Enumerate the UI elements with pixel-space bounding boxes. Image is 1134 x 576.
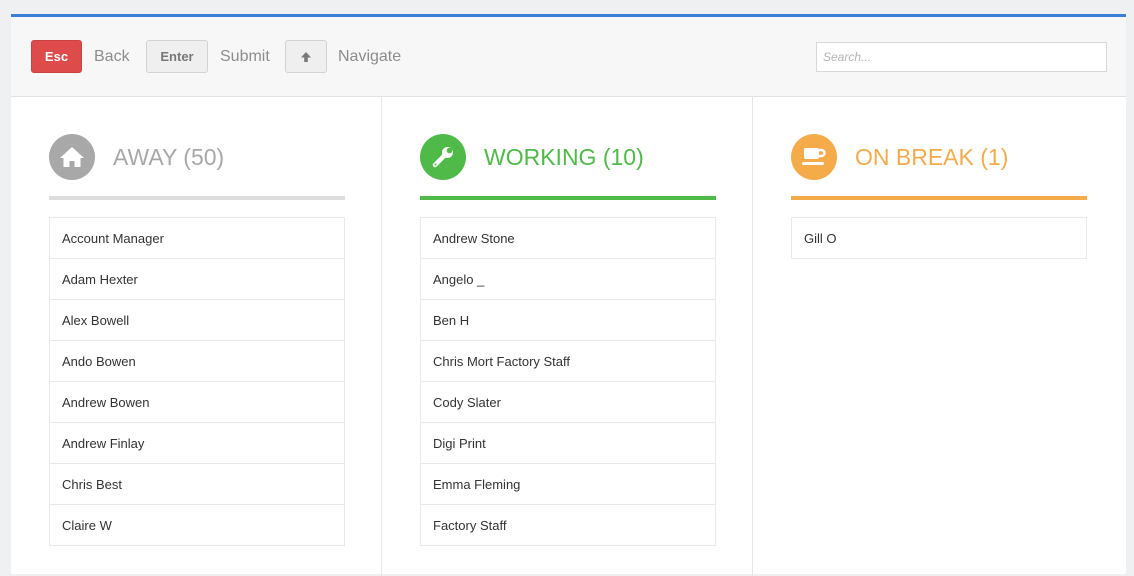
- list-item[interactable]: Andrew Finlay: [49, 422, 345, 464]
- column-away: AWAY (50) Account Manager Adam Hexter Al…: [11, 96, 382, 576]
- status-columns: AWAY (50) Account Manager Adam Hexter Al…: [11, 96, 1126, 576]
- list-item[interactable]: Gill O: [791, 217, 1087, 259]
- list-item[interactable]: Chris Mort Factory Staff: [420, 340, 716, 382]
- search-input[interactable]: [816, 42, 1107, 72]
- arrow-up-icon: [301, 51, 311, 62]
- list-item[interactable]: Cody Slater: [420, 381, 716, 423]
- column-header-working: WORKING (10): [420, 134, 644, 180]
- list-item[interactable]: Andrew Bowen: [49, 381, 345, 423]
- list-item[interactable]: Emma Fleming: [420, 463, 716, 505]
- list-away: Account Manager Adam Hexter Alex Bowell …: [49, 217, 345, 546]
- list-item[interactable]: Angelo _: [420, 258, 716, 300]
- column-working: WORKING (10) Andrew Stone Angelo _ Ben H…: [382, 96, 753, 576]
- app-window: Esc Back Enter Submit Navigate AWAY (50): [11, 14, 1126, 576]
- column-header-away: AWAY (50): [49, 134, 224, 180]
- column-header-on-break: ON BREAK (1): [791, 134, 1008, 180]
- toolbar: Esc Back Enter Submit Navigate: [11, 17, 1126, 97]
- home-icon: [49, 134, 95, 180]
- back-label: Back: [94, 48, 130, 65]
- column-on-break: ON BREAK (1) Gill O: [753, 96, 1124, 576]
- list-item[interactable]: Adam Hexter: [49, 258, 345, 300]
- list-item[interactable]: Chris Best: [49, 463, 345, 505]
- up-key-button[interactable]: [285, 40, 327, 73]
- column-divider-away: [49, 196, 345, 200]
- list-item[interactable]: Ando Bowen: [49, 340, 345, 382]
- list-item[interactable]: Alex Bowell: [49, 299, 345, 341]
- list-working: Andrew Stone Angelo _ Ben H Chris Mort F…: [420, 217, 716, 546]
- wrench-icon: [420, 134, 466, 180]
- list-item[interactable]: Factory Staff: [420, 504, 716, 546]
- column-title-away: AWAY (50): [113, 143, 225, 170]
- navigate-label: Navigate: [338, 48, 402, 65]
- list-item[interactable]: Account Manager: [49, 217, 345, 259]
- coffee-icon: [791, 134, 837, 180]
- list-item[interactable]: Andrew Stone: [420, 217, 716, 259]
- column-title-on-break: ON BREAK (1): [855, 143, 1009, 170]
- column-divider-on-break: [791, 196, 1087, 200]
- list-item[interactable]: Claire W: [49, 504, 345, 546]
- submit-label: Submit: [220, 48, 270, 65]
- list-on-break: Gill O: [791, 217, 1087, 259]
- enter-key-button[interactable]: Enter: [146, 40, 208, 73]
- column-title-working: WORKING (10): [484, 143, 644, 170]
- list-item[interactable]: Digi Print: [420, 422, 716, 464]
- column-divider-working: [420, 196, 716, 200]
- esc-key-button[interactable]: Esc: [31, 40, 82, 73]
- list-item[interactable]: Ben H: [420, 299, 716, 341]
